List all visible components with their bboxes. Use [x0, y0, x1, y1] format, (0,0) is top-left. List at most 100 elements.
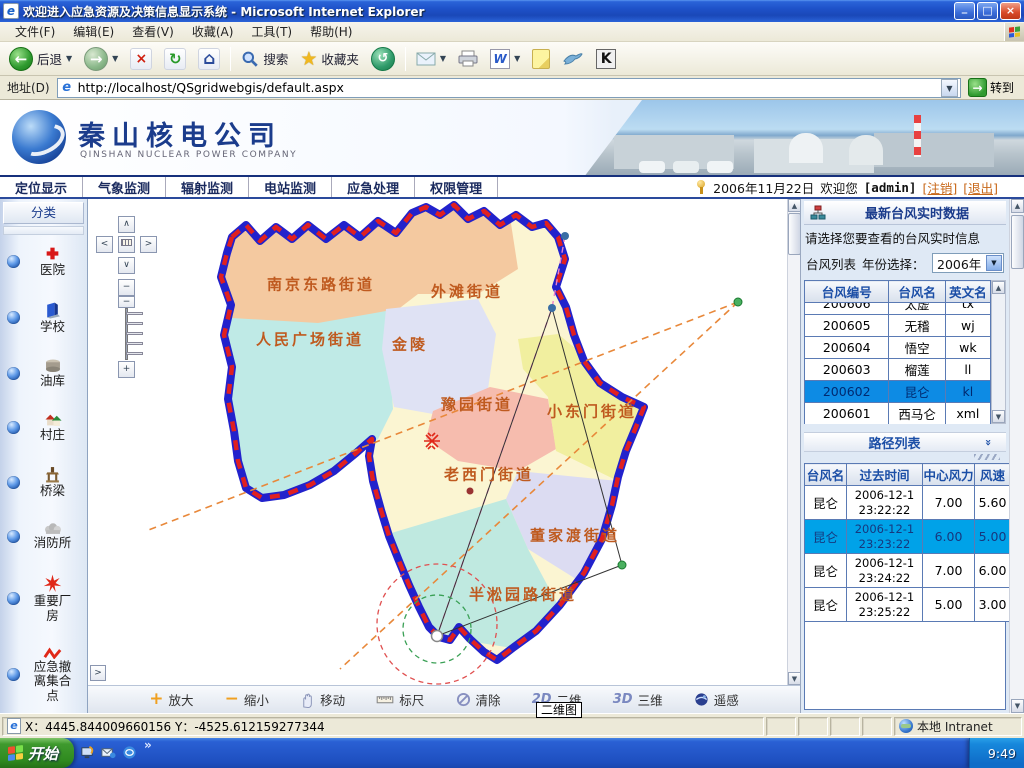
path-row[interactable]: 昆仑2006-12-123:22:227.005.60: [805, 486, 1011, 520]
start-button[interactable]: 开始: [0, 738, 74, 768]
sidebar-item-学校[interactable]: 学校: [2, 301, 85, 334]
sidebar-item-村庄[interactable]: 村庄: [2, 412, 85, 442]
map-tool-移动[interactable]: 移动: [300, 690, 345, 709]
forward-button[interactable]: → ▼: [79, 45, 123, 73]
sidebar-item-医院[interactable]: 医院: [2, 245, 85, 277]
mail-dropdown-icon[interactable]: ▼: [440, 54, 446, 63]
path-row[interactable]: 昆仑2006-12-123:24:227.006.00: [805, 554, 1011, 588]
internet-explorer-icon[interactable]: [122, 745, 138, 761]
pan-left-button[interactable]: <: [96, 236, 113, 253]
show-desktop-icon[interactable]: [80, 745, 96, 761]
edit-dropdown-icon[interactable]: ▼: [514, 54, 520, 63]
refresh-button[interactable]: ↻: [159, 46, 191, 72]
map-tool-遥感[interactable]: 遥感: [694, 690, 739, 709]
search-button[interactable]: 搜索: [236, 47, 293, 70]
address-dropdown-icon[interactable]: ▼: [941, 79, 958, 97]
menu-item[interactable]: 工具(T): [242, 21, 301, 42]
layer-toggle-icon[interactable]: [7, 668, 20, 681]
typhoon-row[interactable]: 200602昆仑kl: [805, 381, 991, 403]
sidebar-item-消防所[interactable]: 消防所: [2, 522, 85, 550]
district-map[interactable]: [88, 199, 787, 685]
scroll-up-icon[interactable]: ▲: [992, 281, 1005, 294]
typhoon-row[interactable]: 200601西马仑xml: [805, 403, 991, 425]
scroll-down-icon[interactable]: ▼: [992, 410, 1005, 423]
layer-toggle-icon[interactable]: [7, 592, 20, 605]
typhoon-row[interactable]: 200603榴莲ll: [805, 359, 991, 381]
map-canvas[interactable]: 南京东路街道外滩街道人民广场街道金陵豫园街道小东门街道老西门街道董家渡街道半淞园…: [88, 199, 800, 713]
layer-toggle-icon[interactable]: [7, 367, 20, 380]
nav-tab-电站监测[interactable]: 电站监测: [249, 177, 332, 197]
print-button[interactable]: [453, 48, 483, 69]
map-tool-三维[interactable]: 3D三维: [613, 690, 663, 709]
menu-item[interactable]: 帮助(H): [301, 21, 361, 42]
sidebar-item-油库[interactable]: 油库: [2, 358, 85, 388]
close-button[interactable]: [1000, 2, 1021, 20]
pan-right-button[interactable]: >: [140, 236, 157, 253]
full-extent-button[interactable]: [118, 236, 135, 253]
sidebar-item-应急撤离集合点[interactable]: 应急撤离集合点: [2, 647, 85, 703]
menu-item[interactable]: 文件(F): [6, 21, 64, 42]
forward-dropdown-icon[interactable]: ▼: [112, 54, 118, 63]
panel-scrollbar[interactable]: ▲ ▼: [1009, 199, 1024, 713]
address-input[interactable]: e http://localhost/QSgridwebgis/default.…: [57, 78, 961, 98]
menu-item[interactable]: 收藏(A): [183, 21, 243, 42]
path-list-header[interactable]: 路径列表 »: [804, 432, 1006, 452]
slider-plus-button[interactable]: +: [118, 361, 135, 378]
year-dropdown-icon[interactable]: ▼: [986, 255, 1002, 271]
expand-panel-button[interactable]: >: [90, 665, 106, 681]
map-tool-放大[interactable]: +放大: [149, 690, 193, 709]
list-scrollbar[interactable]: ▲ ▼: [991, 280, 1006, 424]
messenger-button[interactable]: [557, 49, 589, 69]
map-scrollbar[interactable]: ▲ ▼: [787, 199, 800, 685]
layer-toggle-icon[interactable]: [7, 476, 20, 489]
path-row[interactable]: 昆仑2006-12-123:23:226.005.00: [805, 520, 1011, 554]
scroll-thumb[interactable]: [1011, 215, 1024, 269]
favorites-button[interactable]: ★ 收藏夹: [295, 46, 364, 72]
scroll-up-icon[interactable]: ▲: [1011, 199, 1024, 213]
zoom-out-step-button[interactable]: −: [118, 279, 135, 296]
pan-up-button[interactable]: ∧: [118, 216, 135, 233]
layer-toggle-icon[interactable]: [7, 311, 20, 324]
nav-tab-应急处理[interactable]: 应急处理: [332, 177, 415, 197]
sidebar-item-桥梁[interactable]: 桥梁: [2, 466, 85, 498]
scroll-thumb[interactable]: [788, 213, 800, 255]
collapse-chevron-icon[interactable]: »: [982, 438, 995, 445]
go-button[interactable]: → 转到: [965, 77, 1020, 98]
year-select[interactable]: 2006年 ▼: [932, 253, 1004, 273]
slider-top-button[interactable]: −: [118, 296, 135, 308]
zoom-slider-tick[interactable]: [126, 352, 143, 355]
menu-item[interactable]: 编辑(E): [64, 21, 123, 42]
nav-tab-定位显示[interactable]: 定位显示: [0, 177, 83, 197]
maximize-button[interactable]: [977, 2, 998, 20]
taskbar-clock[interactable]: 9:49: [988, 746, 1016, 761]
nav-tab-气象监测[interactable]: 气象监测: [83, 177, 166, 197]
edit-with-word-button[interactable]: W ▼: [485, 47, 525, 71]
sidebar-item-重要厂房[interactable]: 重要厂房: [2, 574, 85, 623]
plugin-button[interactable]: K: [591, 47, 621, 71]
map-tool-清除[interactable]: 清除: [456, 690, 501, 709]
layer-toggle-icon[interactable]: [7, 530, 20, 543]
nav-tab-辐射监测[interactable]: 辐射监测: [166, 177, 249, 197]
minimize-button[interactable]: [954, 2, 975, 20]
scroll-up-icon[interactable]: ▲: [788, 199, 800, 212]
path-row[interactable]: 昆仑2006-12-123:25:225.003.00: [805, 588, 1011, 622]
typhoon-row[interactable]: 200605无稽wj: [805, 315, 991, 337]
history-button[interactable]: ↺: [366, 45, 400, 73]
exit-link[interactable]: [退出]: [963, 178, 998, 197]
typhoon-row[interactable]: 200606太虚tx: [805, 303, 991, 315]
layer-toggle-icon[interactable]: [7, 255, 20, 268]
zoom-slider-tick[interactable]: [126, 342, 143, 345]
notes-button[interactable]: [527, 47, 555, 71]
typhoon-row[interactable]: 200604悟空wk: [805, 337, 991, 359]
home-button[interactable]: ⌂: [193, 46, 225, 72]
zoom-slider-tick[interactable]: [126, 312, 143, 315]
map-tool-标尺[interactable]: 标尺: [376, 690, 424, 709]
map-tool-缩小[interactable]: −缩小: [225, 690, 269, 709]
back-button[interactable]: ← 后退 ▼: [4, 45, 77, 73]
quicklaunch-overflow-icon[interactable]: »: [144, 738, 152, 768]
layer-toggle-icon[interactable]: [7, 421, 20, 434]
zoom-slider-tick[interactable]: [126, 332, 143, 335]
scroll-down-icon[interactable]: ▼: [1011, 699, 1024, 713]
back-dropdown-icon[interactable]: ▼: [66, 54, 72, 63]
mail-button[interactable]: ▼: [411, 49, 451, 68]
